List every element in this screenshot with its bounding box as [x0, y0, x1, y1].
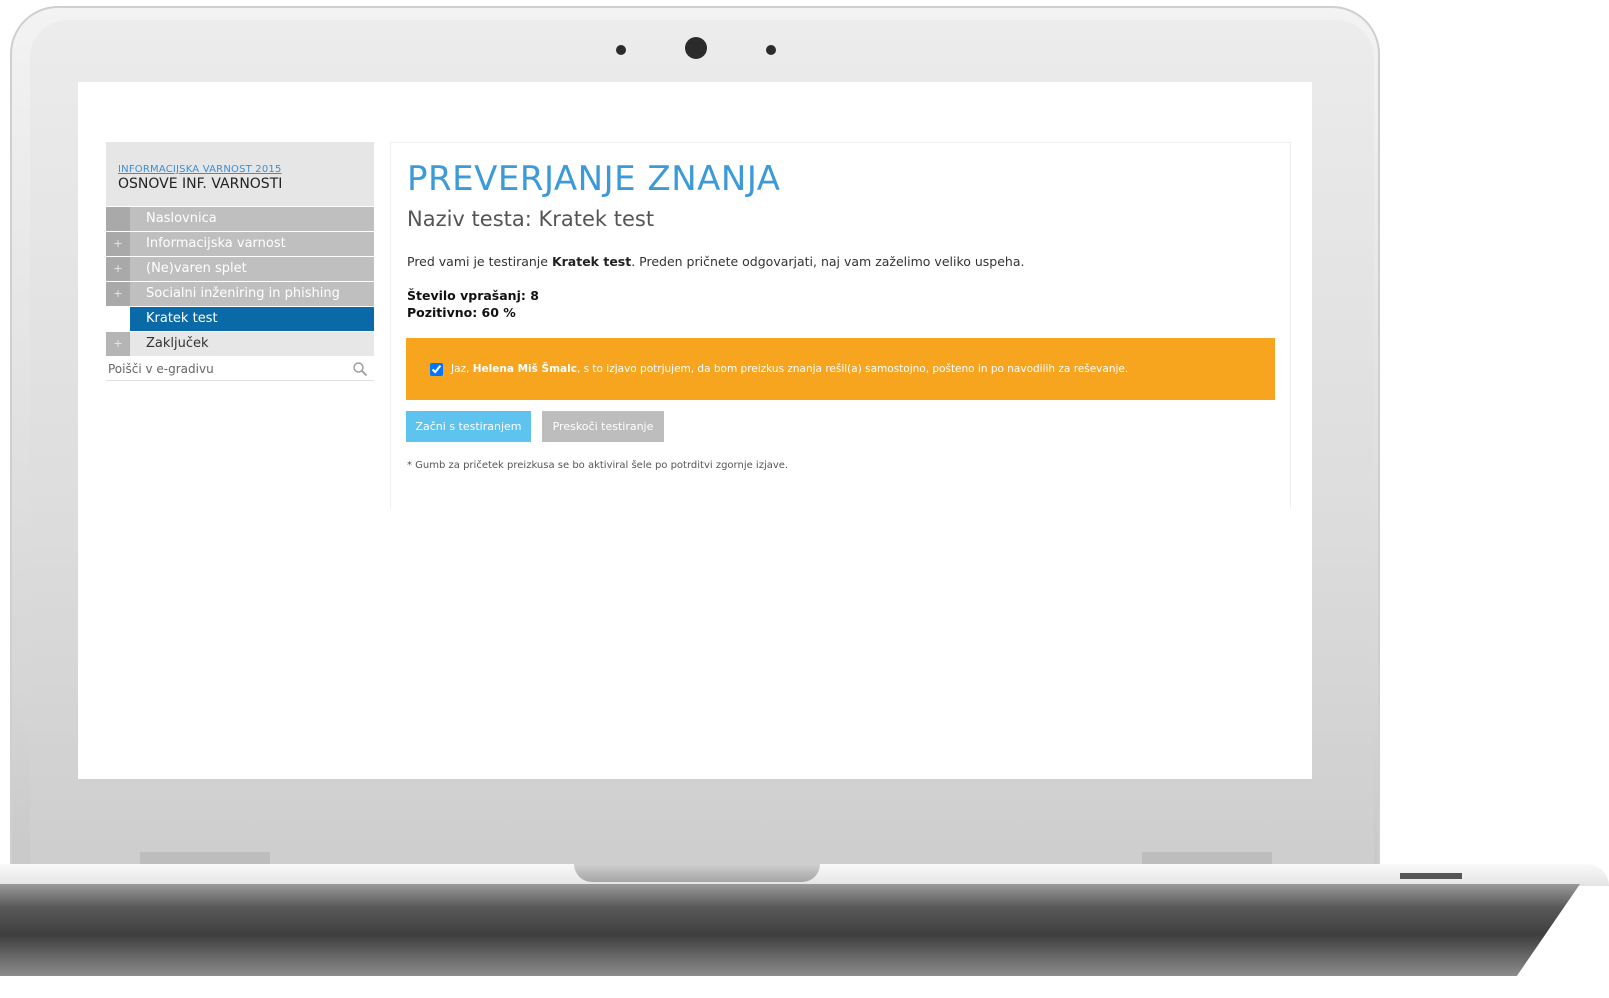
nav-marker [106, 207, 130, 231]
sidebar-item-label: Socialni inženiring in phishing [146, 286, 340, 301]
intro-text-end: . Preden pričnete odgovarjati, naj vam z… [631, 254, 1025, 269]
pass-threshold: Pozitivno: 60 % [407, 305, 516, 320]
student-name: Helena Miš Šmalc [472, 363, 577, 375]
confirmation-box: Jaz, Helena Miš Šmalc, s to izjavo potrj… [406, 338, 1275, 400]
sidebar-item-label: Zaključek [146, 336, 209, 351]
content-panel: PREVERJANJE ZNANJA Naziv testa: Kratek t… [390, 142, 1291, 508]
expand-plus-icon[interactable]: + [106, 232, 130, 256]
sidebar-item-socialni-inzeniring[interactable]: + Socialni inženiring in phishing [106, 282, 374, 306]
start-test-button[interactable]: Začni s testiranjem [406, 411, 531, 442]
course-header: INFORMACIJSKA VARNOST 2015 OSNOVE INF. V… [106, 142, 374, 206]
sidebar-item-nevaren-splet[interactable]: + (Ne)varen splet [106, 257, 374, 281]
laptop-base-bottom [0, 884, 1580, 976]
nav-marker [106, 307, 130, 331]
sidebar-item-kratek-test[interactable]: Kratek test [106, 307, 374, 331]
webcam [685, 37, 707, 59]
sidebar-item-label: Naslovnica [146, 211, 217, 226]
expand-plus-icon[interactable]: + [106, 282, 130, 306]
intro-test-name: Kratek test [551, 254, 632, 269]
search-icon[interactable] [352, 361, 368, 377]
expand-plus-icon[interactable]: + [106, 332, 130, 356]
sidebar-item-label: (Ne)varen splet [146, 261, 247, 276]
course-link[interactable]: INFORMACIJSKA VARNOST 2015 [118, 164, 374, 175]
confirm-text: Jaz, Helena Miš Šmalc, s to izjavo potrj… [451, 363, 1128, 375]
skip-test-button[interactable]: Preskoči testiranje [542, 411, 664, 442]
sidebar-item-label: Kratek test [146, 311, 218, 326]
confirm-checkbox[interactable] [430, 362, 443, 376]
sensor-right [766, 45, 776, 55]
hinge-right [1142, 852, 1272, 864]
test-stats: Število vprašanj: 8 Pozitivno: 60 % [407, 287, 539, 321]
search-input[interactable] [106, 358, 338, 380]
confirm-text-end: , s to izjavo potrjujem, da bom preizkus… [576, 363, 1129, 375]
page-title: PREVERJANJE ZNANJA [407, 159, 781, 199]
question-count: Število vprašanj: 8 [407, 288, 539, 303]
hinge-left [140, 852, 270, 864]
sidebar-item-naslovnica[interactable]: Naslovnica [106, 207, 374, 231]
sensor-left [616, 45, 626, 55]
sidebar-item-informacijska-varnost[interactable]: + Informacijska varnost [106, 232, 374, 256]
sidebar: INFORMACIJSKA VARNOST 2015 OSNOVE INF. V… [106, 142, 374, 382]
confirm-text-start: Jaz, [451, 363, 473, 375]
sidebar-item-zakljucek[interactable]: + Zaključek [106, 332, 374, 356]
test-name: Naziv testa: Kratek test [407, 207, 655, 231]
search-box [106, 358, 374, 381]
intro-text: Pred vami je testiranje Kratek test. Pre… [407, 254, 1025, 269]
course-name: OSNOVE INF. VARNOSTI [118, 176, 283, 192]
sidebar-item-label: Informacijska varnost [146, 236, 286, 251]
expand-plus-icon[interactable]: + [106, 257, 130, 281]
laptop-port [1400, 873, 1462, 879]
activation-note: * Gumb za pričetek preizkusa se bo aktiv… [407, 460, 789, 471]
intro-text-start: Pred vami je testiranje [407, 254, 552, 269]
laptop-screen: INFORMACIJSKA VARNOST 2015 OSNOVE INF. V… [78, 82, 1312, 779]
laptop-notch [574, 864, 820, 882]
